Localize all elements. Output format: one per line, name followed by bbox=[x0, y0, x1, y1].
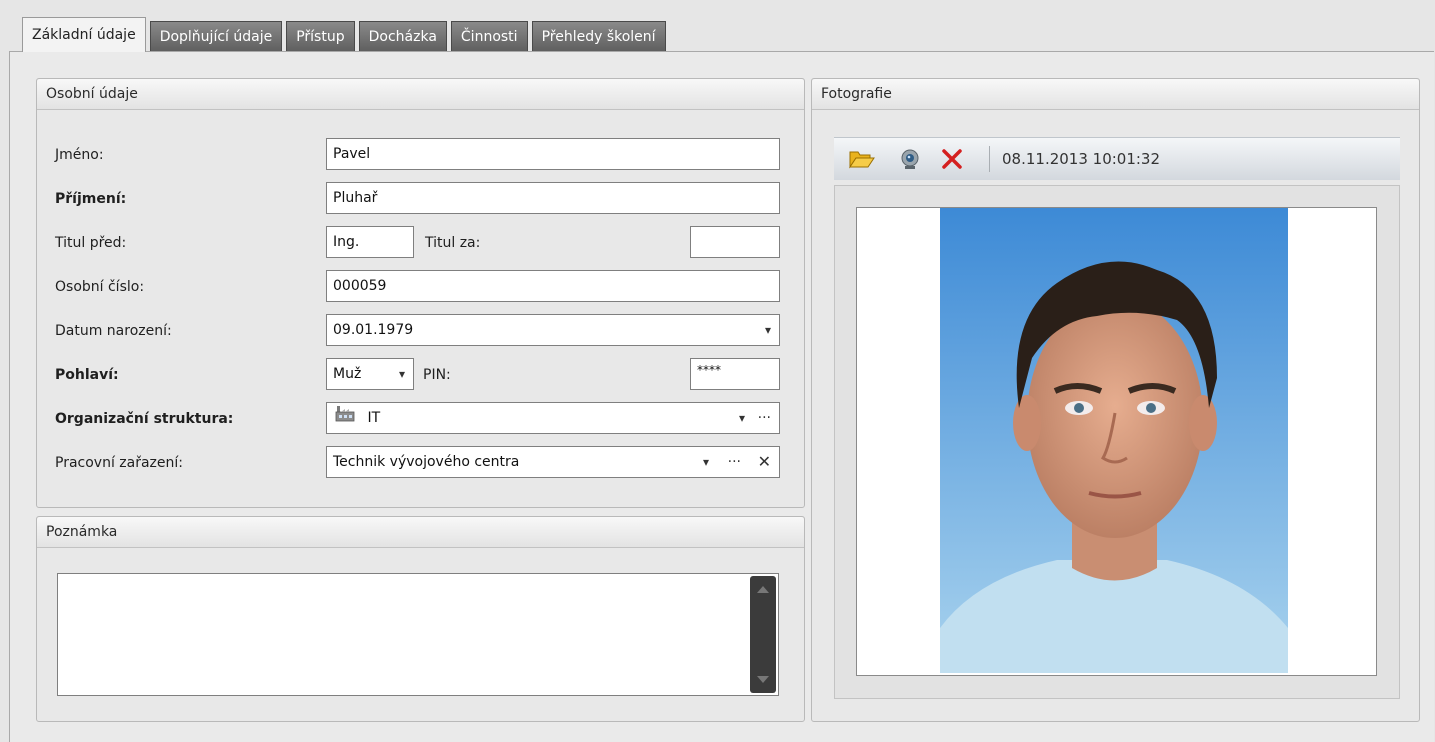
toolbar-separator bbox=[989, 146, 990, 172]
note-textarea[interactable] bbox=[57, 573, 779, 696]
photo-group: Fotografie 08.11.2013 10:01:32 bbox=[811, 78, 1420, 722]
jmeno-label: Jméno: bbox=[55, 147, 104, 163]
pracovni-zarazeni-label: Pracovní zařazení: bbox=[55, 455, 183, 471]
datum-narozeni-picker[interactable]: 09.01.1979 ▾ bbox=[326, 314, 780, 346]
pohlavi-value: Muž bbox=[333, 366, 362, 382]
prijmeni-label: Příjmení: bbox=[55, 191, 127, 207]
personal-group: Osobní údaje Jméno: Pavel Příjmení: Pluh… bbox=[36, 78, 805, 508]
prijmeni-field[interactable]: Pluhař bbox=[326, 182, 780, 214]
datum-narozeni-value: 09.01.1979 bbox=[333, 322, 414, 338]
scroll-down-icon[interactable] bbox=[757, 676, 769, 683]
clear-icon[interactable]: ✕ bbox=[758, 447, 771, 477]
folder-open-icon[interactable] bbox=[848, 148, 876, 174]
tab-zakladni-udaje[interactable]: Základní údaje bbox=[22, 17, 146, 52]
note-group-title: Poznámka bbox=[37, 517, 804, 548]
dropdown-arrow-icon[interactable]: ▾ bbox=[765, 315, 771, 345]
note-scrollbar[interactable] bbox=[750, 576, 776, 693]
tab-pristup[interactable]: Přístup bbox=[286, 21, 355, 52]
factory-icon bbox=[335, 403, 355, 433]
tab-prehledy-skoleni[interactable]: Přehledy školení bbox=[531, 21, 666, 52]
tab-dochazka[interactable]: Docházka bbox=[358, 21, 447, 52]
personal-group-title: Osobní údaje bbox=[37, 79, 804, 110]
delete-icon[interactable] bbox=[940, 147, 964, 175]
pracovni-zarazeni-select[interactable]: Technik vývojového centra ▾ ··· ✕ bbox=[326, 446, 780, 478]
more-icon[interactable]: ··· bbox=[728, 447, 741, 477]
organizacni-struktura-value: IT bbox=[367, 410, 381, 426]
titul-pred-label: Titul před: bbox=[55, 235, 127, 251]
pin-label: PIN: bbox=[423, 367, 451, 383]
webcam-icon[interactable] bbox=[898, 148, 922, 174]
osobni-cislo-field[interactable]: 000059 bbox=[326, 270, 780, 302]
pohlavi-label: Pohlaví: bbox=[55, 367, 119, 383]
pin-field[interactable]: **** bbox=[690, 358, 780, 390]
tab-panel: Osobní údaje Jméno: Pavel Příjmení: Pluh… bbox=[9, 51, 1434, 742]
titul-pred-field[interactable]: Ing. bbox=[326, 226, 414, 258]
datum-narozeni-label: Datum narození: bbox=[55, 323, 172, 339]
photo-frame bbox=[834, 185, 1400, 699]
organizacni-struktura-label: Organizační struktura: bbox=[55, 411, 234, 427]
dropdown-arrow-icon[interactable]: ▾ bbox=[703, 447, 709, 477]
dropdown-arrow-icon[interactable]: ▾ bbox=[739, 403, 745, 433]
scroll-up-icon[interactable] bbox=[757, 586, 769, 593]
photo-group-title: Fotografie bbox=[812, 79, 1419, 110]
titul-za-label: Titul za: bbox=[425, 235, 481, 251]
titul-za-field[interactable] bbox=[690, 226, 780, 258]
note-group: Poznámka bbox=[36, 516, 805, 722]
dropdown-arrow-icon[interactable]: ▾ bbox=[399, 359, 405, 389]
tab-bar: Základní údaje Doplňující údaje Přístup … bbox=[22, 17, 670, 52]
tab-doplnujici-udaje[interactable]: Doplňující údaje bbox=[149, 21, 283, 52]
photo-timestamp: 08.11.2013 10:01:32 bbox=[1002, 150, 1161, 168]
jmeno-field[interactable]: Pavel bbox=[326, 138, 780, 170]
osobni-cislo-label: Osobní číslo: bbox=[55, 279, 145, 295]
organizacni-struktura-select[interactable]: IT ▾ ··· bbox=[326, 402, 780, 434]
portrait-photo bbox=[940, 208, 1288, 673]
more-icon[interactable]: ··· bbox=[758, 403, 771, 433]
pracovni-zarazeni-value: Technik vývojového centra bbox=[333, 454, 520, 470]
photo-toolbar: 08.11.2013 10:01:32 bbox=[834, 137, 1400, 180]
pohlavi-select[interactable]: Muž ▾ bbox=[326, 358, 414, 390]
photo-area[interactable] bbox=[856, 207, 1377, 676]
tab-cinnosti[interactable]: Činnosti bbox=[450, 21, 528, 52]
